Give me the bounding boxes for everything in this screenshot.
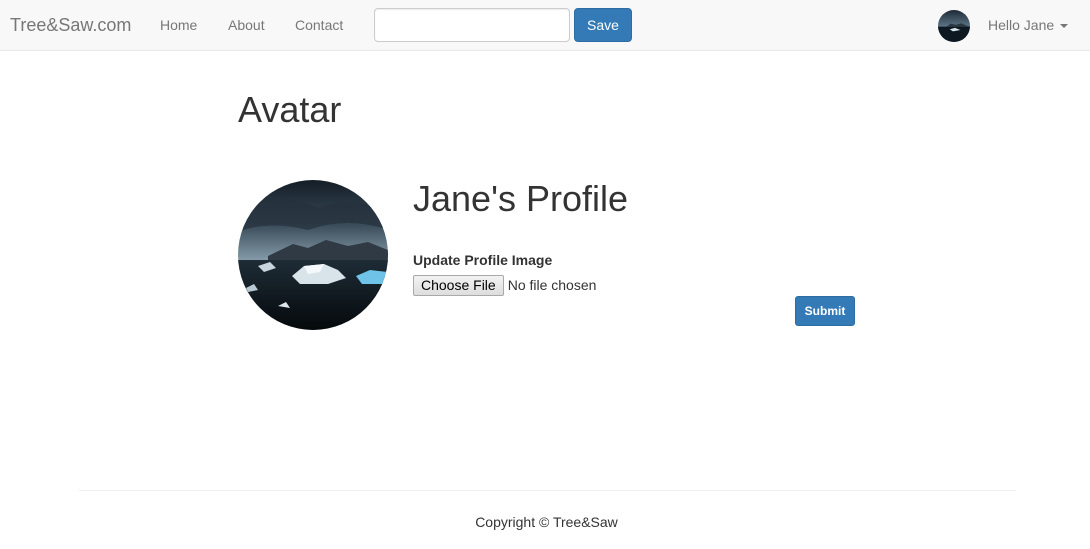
profile-image [238,180,388,330]
nav-link-about[interactable]: About [228,16,265,34]
nav-link-contact[interactable]: Contact [295,16,343,34]
submit-button[interactable]: Submit [795,296,855,326]
user-avatar-icon[interactable] [938,10,970,42]
brand-link[interactable]: Tree&Saw.com [10,14,131,36]
save-button[interactable]: Save [574,8,632,42]
choose-file-button[interactable]: Choose File [413,275,504,296]
top-navbar: Tree&Saw.com Home About Contact Save Hel… [0,0,1090,51]
file-status-text: No file chosen [507,277,597,293]
user-menu-toggle[interactable]: Hello Jane [988,16,1069,34]
user-greeting: Hello Jane [988,17,1055,33]
footer-copyright: Copyright © Tree&Saw [475,514,618,530]
caret-down-icon [1060,24,1069,29]
upload-image-label: Update Profile Image [413,252,553,268]
search-input[interactable] [374,8,570,42]
profile-title: Jane's Profile [413,178,628,219]
footer-divider [79,490,1016,491]
page-title: Avatar [238,89,342,130]
file-input: Choose File No file chosen [413,275,596,296]
nav-link-home[interactable]: Home [160,16,197,34]
